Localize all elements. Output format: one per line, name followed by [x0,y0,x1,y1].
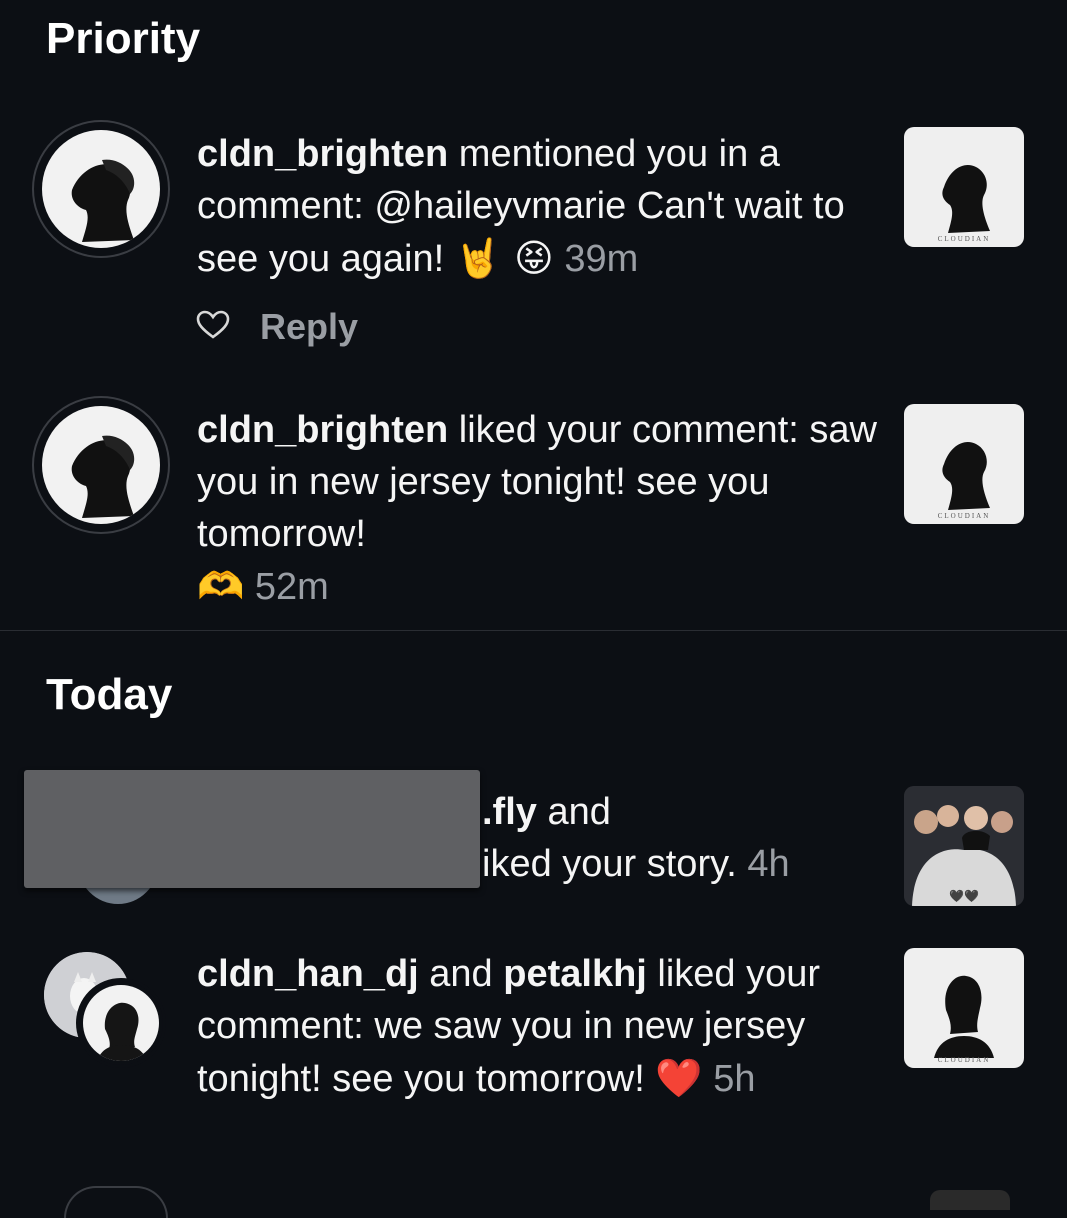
notification-text[interactable]: .fly and iked your story. 4h [482,786,882,890]
heart-hands-icon: 🫶 [197,564,245,608]
reply-button[interactable]: Reply [260,306,358,348]
thumbnail-caption: CLOUDIAN [937,1056,991,1064]
username[interactable]: cldn_brighten [197,409,448,451]
group-photo-image [904,786,1024,906]
reply-row: Reply [196,306,358,348]
avatar-photo [42,406,160,524]
section-title-priority: Priority [46,14,201,63]
silhouette-image [71,159,135,242]
username[interactable]: cldn_brighten [197,133,448,175]
avatar-photo [83,985,159,1061]
post-thumbnail[interactable]: CLOUDIAN [904,404,1024,524]
timestamp: 52m [254,566,329,608]
username[interactable]: petalkhj [503,953,647,995]
avatar-photo [42,130,160,248]
story-thumbnail[interactable]: 🖤🖤 [904,786,1024,906]
portrait-image [97,1002,147,1061]
post-thumbnail[interactable]: CLOUDIAN [904,127,1024,247]
timestamp: 39m [564,238,639,280]
notification-text[interactable]: cldn_han_dj and petalkhj liked your comm… [197,948,877,1105]
thumbnail-image [942,165,990,233]
user-avatar[interactable] [76,978,166,1068]
red-heart-icon: ❤️ [655,1056,703,1100]
next-avatar-partial [64,1186,168,1218]
user-avatar[interactable] [32,120,170,258]
section-divider [0,630,1067,631]
next-thumbnail-partial [930,1190,1010,1210]
thumbnail-image [934,975,994,1058]
timestamp: 5h [713,1058,756,1100]
thumbnail-caption: CLOUDIAN [937,235,991,243]
heart-outline-icon[interactable] [196,310,230,345]
section-title-today: Today [46,670,173,719]
user-avatar[interactable] [32,396,170,534]
notification-text[interactable]: cldn_brighten mentioned you in a comment… [197,128,877,285]
heart-emoji-caption: 🖤🖤 [949,889,979,903]
thumbnail-caption: CLOUDIAN [937,512,991,520]
notification-text[interactable]: cldn_brighten liked your comment: saw yo… [197,404,877,613]
thumbnail-image [942,442,990,510]
username[interactable]: cldn_han_dj [197,953,419,995]
username-fragment[interactable]: .fly [482,791,537,833]
post-thumbnail[interactable]: CLOUDIAN [904,948,1024,1068]
timestamp: 4h [747,843,790,885]
redaction-box [24,770,480,888]
silhouette-image [71,435,135,518]
emoji: 🤘 😝 [454,236,554,280]
